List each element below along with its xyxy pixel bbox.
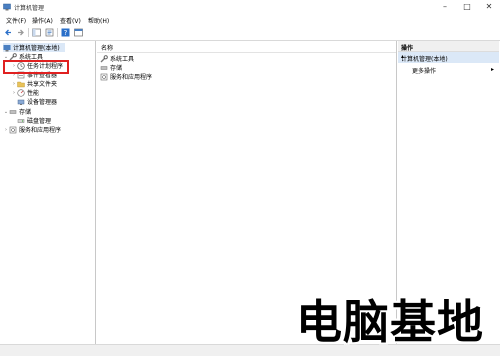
toolbar-separator (28, 28, 29, 37)
menu-action[interactable]: 操作(A) (32, 16, 53, 25)
panel-icon[interactable] (31, 27, 41, 37)
tree-label: 设备管理器 (27, 99, 58, 106)
device-manager-icon (17, 99, 25, 105)
tree-root[interactable]: 计算机管理(本地) (3, 43, 65, 52)
services-icon (9, 126, 17, 133)
tree-label: 计算机管理(本地) (13, 45, 60, 52)
services-icon (100, 73, 108, 80)
actions-header-label: 操作 (401, 45, 414, 52)
list-item[interactable]: 系统工具 (100, 54, 134, 63)
properties-icon[interactable] (44, 27, 54, 37)
tree-item-device-manager[interactable]: 设备管理器 (17, 97, 57, 106)
tree-label: 性能 (27, 90, 40, 97)
tree-item-storage[interactable]: ⌄ 存储 (3, 107, 32, 117)
tree-label: 存储 (19, 109, 32, 116)
menu-file[interactable]: 文件(F) (6, 16, 26, 25)
column-header-label: 名称 (101, 45, 114, 52)
collapse-arrow-icon[interactable]: ▴ (401, 53, 495, 60)
list-item[interactable]: 存储 (100, 63, 122, 72)
tree-label: 服务和应用程序 (19, 127, 62, 134)
list-item-label: 存储 (110, 65, 123, 72)
menu-bar: 文件(F) 操作(A) 查看(V) 帮助(H) (0, 14, 500, 25)
storage-icon (9, 109, 17, 114)
menu-view[interactable]: 查看(V) (60, 16, 81, 25)
console-icon[interactable] (73, 27, 83, 37)
title-bar: 计算机管理 – □ ✕ (0, 0, 500, 15)
shared-folder-icon (17, 81, 25, 87)
window-title: 计算机管理 (14, 5, 45, 12)
toolbar: ? (0, 25, 500, 41)
highlight-box (3, 60, 69, 74)
tree-label: 磁盘管理 (27, 118, 52, 125)
tools-icon (100, 54, 108, 62)
computer-management-icon (3, 44, 11, 51)
storage-icon (100, 65, 108, 70)
list-item[interactable]: 服务和应用程序 (100, 72, 152, 81)
navigation-tree: 计算机管理(本地) ⌄ 系统工具 › 任务计划程序 › 事件查看器 › 共享文件… (1, 41, 96, 344)
disk-icon (17, 118, 25, 123)
tree-label: 共享文件夹 (27, 81, 58, 88)
tree-item-disk-management[interactable]: 磁盘管理 (17, 116, 51, 125)
minimize-button[interactable]: – (434, 0, 456, 14)
tree-item-services-apps[interactable]: › 服务和应用程序 (3, 125, 61, 134)
actions-header: 操作 (398, 41, 499, 52)
column-header-name[interactable]: 名称 (97, 41, 396, 53)
actions-section[interactable]: 计算机管理(本地) ▴ (398, 52, 499, 63)
watermark-text: 电脑基地 (296, 295, 484, 349)
tree-item-shared-folders[interactable]: › 共享文件夹 (11, 79, 58, 89)
maximize-button[interactable]: □ (456, 0, 478, 14)
list-item-label: 系统工具 (110, 56, 135, 63)
tree-item-performance[interactable]: › 性能 (11, 88, 39, 97)
forward-arrow-icon[interactable] (15, 27, 25, 37)
help-icon[interactable]: ? (60, 27, 70, 37)
toolbar-separator (57, 28, 58, 37)
more-actions-link[interactable]: 更多操作 (412, 66, 436, 75)
menu-help[interactable]: 帮助(H) (88, 16, 109, 25)
back-arrow-icon[interactable] (3, 27, 13, 37)
chevron-right-icon[interactable]: ▸ (491, 66, 494, 73)
svg-text:?: ? (63, 29, 67, 37)
performance-icon (17, 88, 25, 97)
close-button[interactable]: ✕ (478, 0, 500, 14)
list-item-label: 服务和应用程序 (110, 74, 153, 81)
computer-management-icon (3, 3, 11, 11)
